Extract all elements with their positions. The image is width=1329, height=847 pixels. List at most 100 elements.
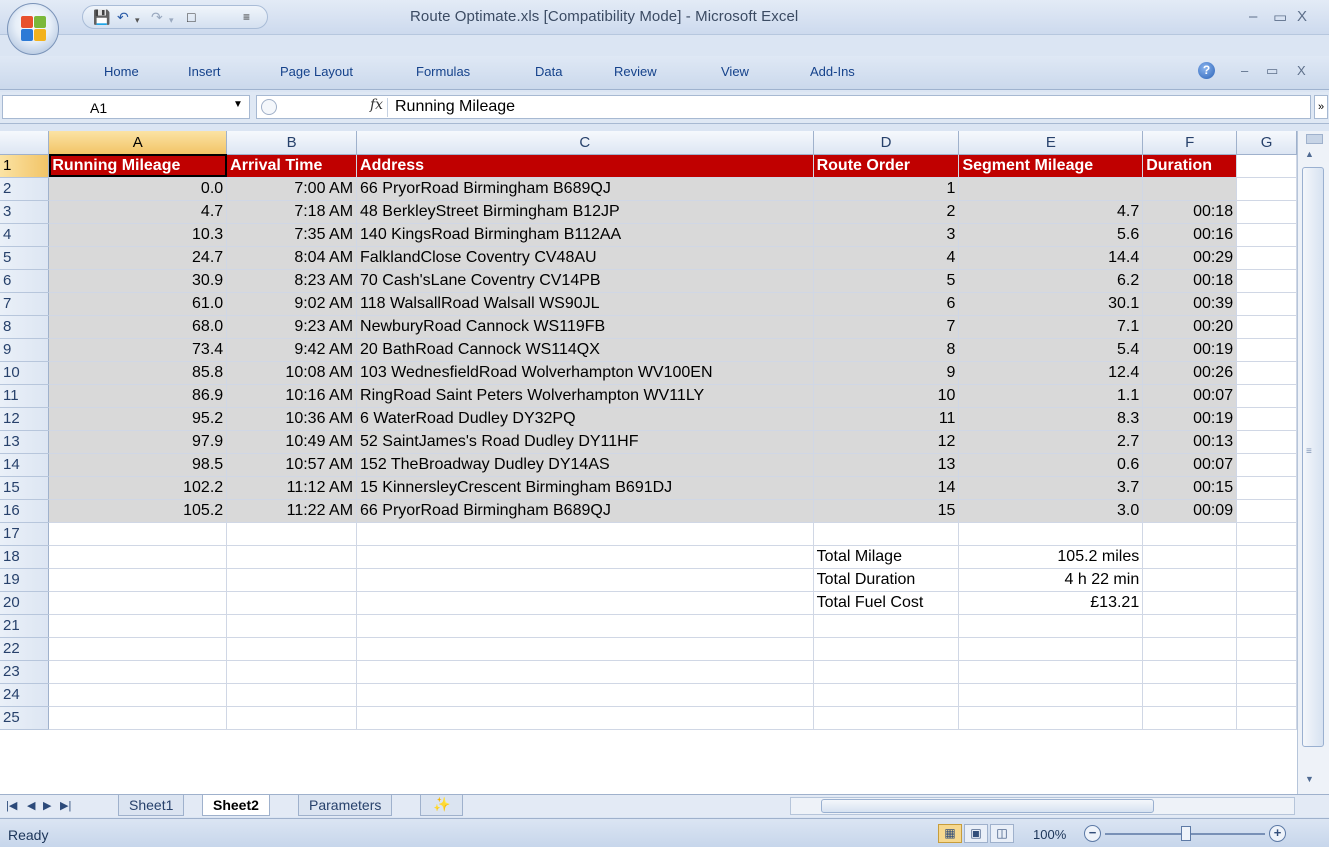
cell[interactable] <box>226 568 358 592</box>
row-header[interactable]: 23 <box>0 660 50 684</box>
row-header[interactable]: 12 <box>0 407 50 431</box>
column-header-b[interactable]: B <box>226 131 358 155</box>
cell-duration[interactable] <box>1142 177 1238 201</box>
tab-data[interactable]: Data <box>535 64 562 79</box>
cell[interactable] <box>958 683 1144 707</box>
normal-view-icon[interactable]: ▦ <box>938 824 962 843</box>
cell-address[interactable]: 140 KingsRoad Birmingham B112AA <box>356 223 814 247</box>
undo-icon[interactable]: ↶ <box>117 9 129 25</box>
cell[interactable] <box>813 637 960 661</box>
cell-duration[interactable]: 00:20 <box>1142 315 1238 339</box>
cell-time[interactable]: 7:18 AM <box>226 200 358 224</box>
cell[interactable] <box>356 683 814 707</box>
cell-order[interactable]: 8 <box>813 338 960 362</box>
close-button[interactable]: X <box>1297 8 1307 25</box>
cell-address[interactable]: 66 PryorRoad Birmingham B689QJ <box>356 177 814 201</box>
cell[interactable] <box>356 522 814 546</box>
insert-sheet-icon[interactable]: ✨ <box>420 795 464 816</box>
cell-mileage[interactable]: 61.0 <box>48 292 228 316</box>
sheet-tab-sheet2[interactable]: Sheet2 <box>202 795 270 816</box>
cell-segment[interactable] <box>958 177 1144 201</box>
first-sheet-icon[interactable]: |◀ <box>6 799 17 812</box>
cell[interactable] <box>813 614 960 638</box>
cell-order[interactable]: 13 <box>813 453 960 477</box>
cell[interactable] <box>48 683 228 707</box>
zoom-out-icon[interactable]: − <box>1084 825 1101 842</box>
cell-address[interactable]: FalklandClose Coventry CV48AU <box>356 246 814 270</box>
cell[interactable] <box>1236 545 1297 569</box>
cell[interactable] <box>1236 476 1297 500</box>
cell-time[interactable]: 7:35 AM <box>226 223 358 247</box>
cell[interactable] <box>1236 660 1297 684</box>
cell-mileage[interactable]: 105.2 <box>48 499 228 523</box>
cell-time[interactable]: 10:57 AM <box>226 453 358 477</box>
cell-duration[interactable]: 00:18 <box>1142 200 1238 224</box>
cell[interactable] <box>1142 660 1238 684</box>
cell[interactable] <box>226 706 358 730</box>
worksheet-grid[interactable]: A B C D E F G 1 Running Mileage Arrival Time Addre… <box>0 131 1297 794</box>
cell[interactable] <box>1236 246 1297 270</box>
cell-time[interactable]: 9:23 AM <box>226 315 358 339</box>
cell-time[interactable]: 8:04 AM <box>226 246 358 270</box>
cell-mileage[interactable]: 86.9 <box>48 384 228 408</box>
header-cell-segment-mileage[interactable]: Segment Mileage <box>958 154 1144 178</box>
cell-mileage[interactable]: 24.7 <box>48 246 228 270</box>
cell-duration[interactable]: 00:19 <box>1142 407 1238 431</box>
total-value[interactable]: 105.2 miles <box>958 545 1144 569</box>
select-all-corner[interactable] <box>0 131 50 155</box>
cell[interactable] <box>48 637 228 661</box>
total-value[interactable]: £13.21 <box>958 591 1144 615</box>
scroll-up-icon[interactable]: ▲ <box>1305 149 1314 159</box>
cell-segment[interactable]: 0.6 <box>958 453 1144 477</box>
cell-segment[interactable]: 4.7 <box>958 200 1144 224</box>
cell[interactable] <box>813 706 960 730</box>
cell-order[interactable]: 1 <box>813 177 960 201</box>
cell[interactable] <box>1236 706 1297 730</box>
cell[interactable] <box>226 660 358 684</box>
cell[interactable] <box>48 591 228 615</box>
cell[interactable] <box>1142 591 1238 615</box>
row-header[interactable]: 4 <box>0 223 50 247</box>
cell-address[interactable]: 15 KinnersleyCrescent Birmingham B691DJ <box>356 476 814 500</box>
cell-address[interactable]: 70 Cash'sLane Coventry CV14PB <box>356 269 814 293</box>
workbook-minimize-button[interactable]: – <box>1241 63 1248 78</box>
cell-time[interactable]: 10:36 AM <box>226 407 358 431</box>
cell[interactable] <box>1236 269 1297 293</box>
cell-time[interactable]: 11:12 AM <box>226 476 358 500</box>
cell[interactable] <box>813 683 960 707</box>
cell-duration[interactable]: 00:13 <box>1142 430 1238 454</box>
cell-order[interactable]: 4 <box>813 246 960 270</box>
split-handle[interactable] <box>1306 134 1323 144</box>
total-label[interactable]: Total Fuel Cost <box>813 591 960 615</box>
cell[interactable] <box>356 591 814 615</box>
row-header[interactable]: 24 <box>0 683 50 707</box>
row-header[interactable]: 9 <box>0 338 50 362</box>
save-icon[interactable]: 💾 <box>93 9 110 25</box>
cell-order[interactable]: 12 <box>813 430 960 454</box>
prev-sheet-icon[interactable]: ◀ <box>27 799 35 812</box>
page-layout-view-icon[interactable]: ▣ <box>964 824 988 843</box>
cell-duration[interactable]: 00:29 <box>1142 246 1238 270</box>
vertical-scrollbar[interactable]: ▲ ≡ ▼ <box>1297 131 1329 794</box>
cell[interactable] <box>1142 545 1238 569</box>
cell[interactable] <box>356 545 814 569</box>
sheet-tab-sheet1[interactable]: Sheet1 <box>118 795 185 816</box>
column-header-e[interactable]: E <box>958 131 1144 155</box>
cell-segment[interactable]: 8.3 <box>958 407 1144 431</box>
cell[interactable] <box>356 614 814 638</box>
row-header[interactable]: 19 <box>0 568 50 592</box>
cell-address[interactable]: 48 BerkleyStreet Birmingham B12JP <box>356 200 814 224</box>
cell[interactable] <box>1236 430 1297 454</box>
cell-mileage[interactable]: 10.3 <box>48 223 228 247</box>
header-cell-address[interactable]: Address <box>356 154 814 178</box>
cell-segment[interactable]: 3.0 <box>958 499 1144 523</box>
column-header-d[interactable]: D <box>813 131 960 155</box>
cell-mileage[interactable]: 85.8 <box>48 361 228 385</box>
row-header[interactable]: 2 <box>0 177 50 201</box>
customize-toolbar-icon[interactable]: ≡ <box>243 9 250 25</box>
cell-address[interactable]: 103 WednesfieldRoad Wolverhampton WV100E… <box>356 361 814 385</box>
cell[interactable] <box>1236 637 1297 661</box>
cell[interactable] <box>48 706 228 730</box>
cell[interactable] <box>813 522 960 546</box>
row-header[interactable]: 1 <box>0 154 50 178</box>
